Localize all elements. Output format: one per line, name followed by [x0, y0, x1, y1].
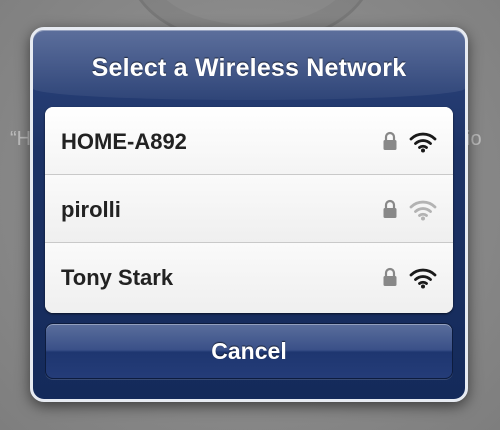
lock-icon [383, 267, 397, 286]
wifi-icon [409, 268, 437, 289]
background-text-left: “H [10, 128, 32, 150]
wireless-network-alert: Select a Wireless Network HOME-A892 piro… [30, 27, 468, 402]
network-list: HOME-A892 pirolli Tony Stark [45, 107, 453, 313]
lock-icon [383, 199, 397, 218]
background-text-right: io [466, 128, 482, 150]
network-row-tony-stark[interactable]: Tony Stark [45, 243, 453, 313]
network-name: HOME-A892 [61, 129, 187, 154]
network-row-home-a892[interactable]: HOME-A892 [45, 107, 453, 175]
lock-icon [383, 131, 397, 150]
alert-title: Select a Wireless Network [91, 54, 407, 82]
cancel-button[interactable]: Cancel [45, 323, 453, 379]
wifi-icon [409, 132, 437, 153]
network-name: pirolli [61, 197, 121, 222]
network-row-pirolli[interactable]: pirolli [45, 175, 453, 243]
network-name: Tony Stark [61, 265, 174, 290]
wifi-icon [409, 200, 437, 221]
